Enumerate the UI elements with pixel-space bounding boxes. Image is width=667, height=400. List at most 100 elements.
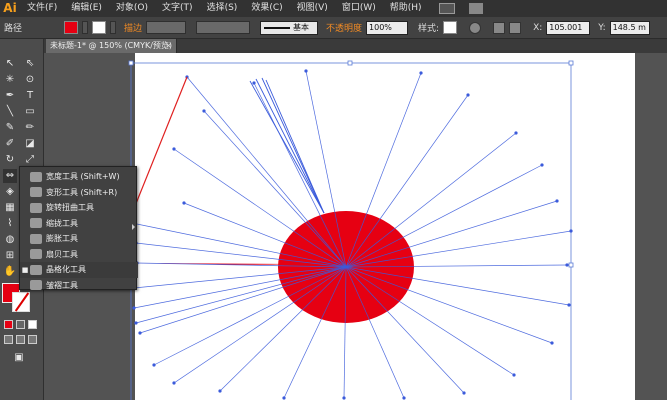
blob-brush-icon[interactable]: ✐ xyxy=(3,137,17,151)
recolor-artwork-icon[interactable] xyxy=(469,21,482,34)
anchor-point[interactable] xyxy=(218,389,222,393)
menu-type[interactable]: 文字(T) xyxy=(155,0,200,17)
rotate-tool-icon[interactable]: ↻ xyxy=(3,153,17,167)
anchor-point[interactable] xyxy=(172,381,176,385)
paintbrush-tool-icon[interactable]: ✎ xyxy=(3,121,17,135)
anchor-point[interactable] xyxy=(565,263,569,267)
width-tool-active-icon[interactable]: ⇔ xyxy=(3,169,17,183)
anchor-point[interactable] xyxy=(342,396,346,400)
anchor-point[interactable] xyxy=(462,391,466,395)
flyout-item-width[interactable]: 宽度工具 (Shift+W) xyxy=(20,169,138,185)
flyout-item-scallop[interactable]: 扇贝工具 xyxy=(20,247,138,263)
pencil-tool-icon[interactable]: ✏ xyxy=(23,121,37,135)
transform-icon[interactable] xyxy=(509,21,522,34)
flyout-item-pucker[interactable]: 缩拢工具 xyxy=(20,216,138,232)
align-icon[interactable] xyxy=(493,21,506,34)
anchor-point[interactable] xyxy=(555,199,559,203)
anchor-point[interactable] xyxy=(138,331,142,335)
pen-tool-icon[interactable]: ✒ xyxy=(3,89,17,103)
rectangle-tool-icon[interactable]: ▭ xyxy=(23,105,37,119)
bounding-box-handle[interactable] xyxy=(347,60,353,66)
flyout-item-crystallize[interactable]: ■ 晶格化工具 xyxy=(20,262,138,278)
anchor-point[interactable] xyxy=(567,303,571,307)
arrange-documents-icon[interactable] xyxy=(468,3,483,14)
stroke-label[interactable]: 描边 xyxy=(124,21,142,34)
bounding-box-handle[interactable] xyxy=(128,60,134,66)
anchor-point[interactable] xyxy=(252,81,256,85)
anchor-point[interactable] xyxy=(402,396,406,400)
menu-object[interactable]: 对象(O) xyxy=(109,0,155,17)
direct-selection-tool-icon[interactable]: ⇖ xyxy=(23,57,37,71)
menu-bar: Ai 文件(F) 编辑(E) 对象(O) 文字(T) 选择(S) 效果(C) 视… xyxy=(0,0,667,17)
fill-swatch[interactable] xyxy=(64,21,78,34)
opacity-label[interactable]: 不透明度 xyxy=(326,21,362,34)
bridge-icon[interactable] xyxy=(438,3,455,14)
eraser-tool-icon[interactable]: ◪ xyxy=(23,137,37,151)
y-field[interactable]: 148.5 m xyxy=(609,20,650,35)
selection-tool-icon[interactable]: ↖ xyxy=(3,57,17,71)
flyout-item-bloat[interactable]: 膨胀工具 xyxy=(20,231,138,247)
anchor-point[interactable] xyxy=(466,93,470,97)
scale-tool-icon[interactable]: ⤢ xyxy=(23,153,37,167)
perspective-grid-icon[interactable]: ▦ xyxy=(3,201,17,215)
graphic-style-swatch[interactable] xyxy=(443,21,458,34)
anchor-point[interactable] xyxy=(512,373,516,377)
anchor-point[interactable] xyxy=(304,69,308,73)
symbol-sprayer-icon[interactable]: ◍ xyxy=(3,233,17,247)
x-field[interactable]: 105.001 xyxy=(546,20,591,35)
menu-window[interactable]: 窗口(W) xyxy=(335,0,383,17)
brush-definition-dropdown[interactable]: 基本 xyxy=(260,20,319,35)
artboard-tool-icon[interactable]: ⊞ xyxy=(3,249,17,263)
stroke-weight-field[interactable] xyxy=(146,21,187,34)
gradient-mode-icon[interactable] xyxy=(16,320,25,329)
control-bar: 路径 描边 基本 不透明度 100% 样式: X: 105.001 Y: 148… xyxy=(0,17,667,39)
fill-dropdown-icon[interactable] xyxy=(82,21,88,34)
screen-mode-icon[interactable]: ▣ xyxy=(12,351,26,365)
flyout-item-wrinkle[interactable]: 皱褶工具 xyxy=(20,278,138,294)
magic-wand-icon[interactable]: ✳ xyxy=(3,73,17,87)
anchor-point[interactable] xyxy=(202,109,206,113)
menu-effect[interactable]: 效果(C) xyxy=(244,0,289,17)
menu-edit[interactable]: 编辑(E) xyxy=(64,0,109,17)
flyout-item-twirl[interactable]: 旋转扭曲工具 xyxy=(20,200,138,216)
path-segment xyxy=(255,78,325,214)
menu-view[interactable]: 视图(V) xyxy=(290,0,335,17)
bounding-box-handle[interactable] xyxy=(568,262,574,268)
anchor-point[interactable] xyxy=(134,321,138,325)
none-mode-icon[interactable] xyxy=(28,320,37,329)
eyedropper-tool-icon[interactable]: ⌇ xyxy=(3,217,17,231)
tool-flyout-menu: 宽度工具 (Shift+W) 变形工具 (Shift+R) 旋转扭曲工具 缩拢工… xyxy=(19,166,138,291)
anchor-point[interactable] xyxy=(540,163,544,167)
anchor-point[interactable] xyxy=(419,71,423,75)
hand-tool-icon[interactable]: ✋ xyxy=(3,265,17,279)
anchor-point[interactable] xyxy=(182,201,186,205)
stroke-swatch[interactable] xyxy=(92,21,106,34)
anchor-point[interactable] xyxy=(282,396,286,400)
stroke-color-box[interactable] xyxy=(12,292,30,312)
bounding-box-handle[interactable] xyxy=(568,60,574,66)
menu-file[interactable]: 文件(F) xyxy=(20,0,64,17)
type-tool-icon[interactable]: T xyxy=(23,89,37,103)
opacity-field[interactable]: 100% xyxy=(366,20,409,35)
anchor-point[interactable] xyxy=(569,229,573,233)
flyout-item-warp[interactable]: 变形工具 (Shift+R) xyxy=(20,185,138,201)
close-tab-icon[interactable]: × xyxy=(165,39,172,53)
shape-builder-icon[interactable]: ◈ xyxy=(3,185,17,199)
menu-select[interactable]: 选择(S) xyxy=(200,0,245,17)
anchor-point[interactable] xyxy=(514,131,518,135)
variable-width-dropdown[interactable] xyxy=(196,21,251,34)
anchor-point[interactable] xyxy=(172,147,176,151)
document-tab[interactable]: 未标题-1* @ 150% (CMYK/预览) × xyxy=(46,39,177,53)
anchor-point[interactable] xyxy=(132,306,136,310)
tearoff-arrow-icon[interactable] xyxy=(132,224,135,230)
draw-normal-icon[interactable] xyxy=(4,335,13,344)
lasso-tool-icon[interactable]: ⊙ xyxy=(23,73,37,87)
anchor-point[interactable] xyxy=(152,363,156,367)
draw-behind-icon[interactable] xyxy=(16,335,25,344)
anchor-point[interactable] xyxy=(550,341,554,345)
stroke-dropdown-icon[interactable] xyxy=(110,21,116,34)
menu-help[interactable]: 帮助(H) xyxy=(383,0,429,17)
line-tool-icon[interactable]: ╲ xyxy=(3,105,17,119)
draw-inside-icon[interactable] xyxy=(28,335,37,344)
color-mode-icon[interactable] xyxy=(4,320,13,329)
